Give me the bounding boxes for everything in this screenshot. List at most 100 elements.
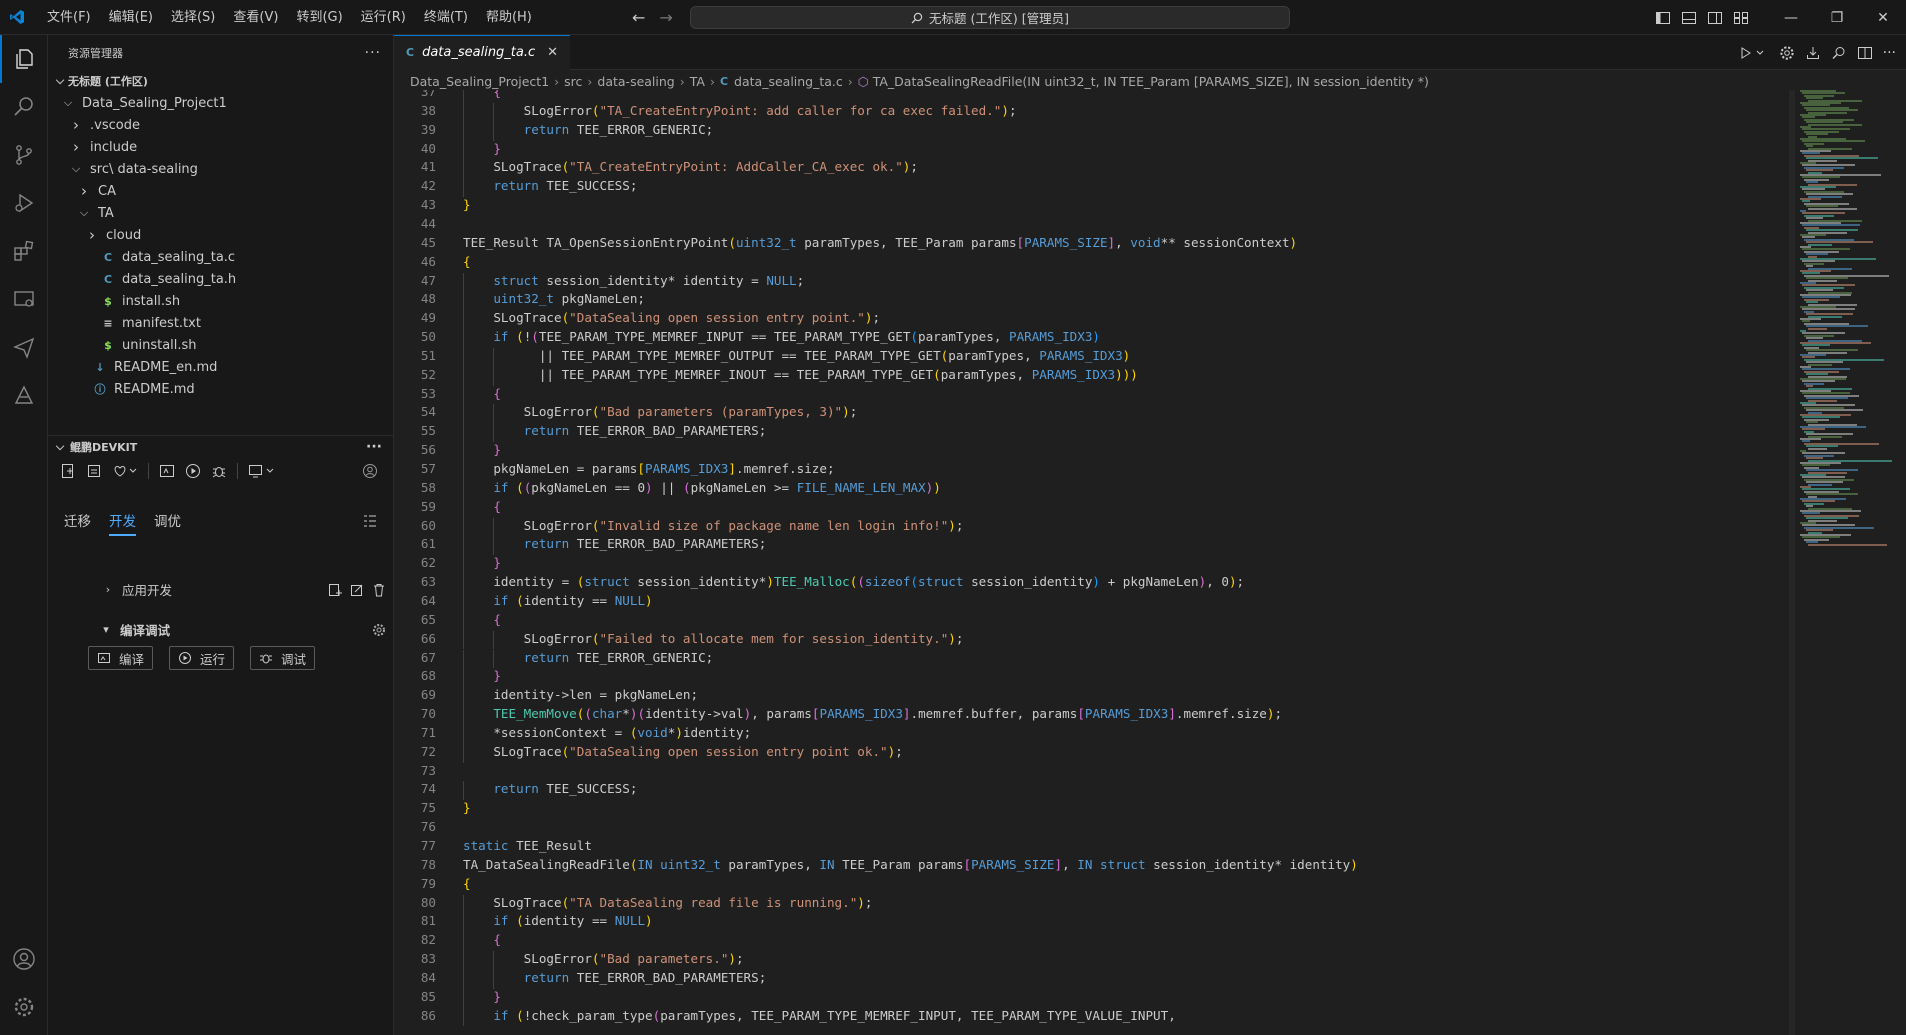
indent-guide	[463, 913, 464, 933]
file-item[interactable]: ≡ manifest.txt	[48, 312, 393, 334]
minimap[interactable]	[1794, 90, 1906, 590]
import-project-icon[interactable]	[86, 463, 102, 479]
tree-item-label: data_sealing_ta.h	[122, 271, 237, 287]
devkit-more-icon[interactable]: ···	[366, 439, 382, 455]
send-icon[interactable]	[0, 323, 48, 371]
deploy-dropdown-icon[interactable]	[248, 463, 276, 479]
search-view-icon[interactable]	[0, 83, 48, 131]
explorer-icon[interactable]	[0, 35, 48, 83]
edit-icon[interactable]	[350, 583, 364, 597]
menu-item[interactable]: 查看(V)	[224, 0, 287, 35]
tree-item-label: install.sh	[122, 293, 181, 309]
list-view-icon[interactable]	[362, 513, 378, 529]
app-dev-section[interactable]: › 应用开发	[68, 580, 386, 599]
build-debug-section[interactable]: ▾ 编译调试	[68, 620, 386, 639]
more-actions-icon[interactable]: ···	[365, 45, 381, 61]
compile-button[interactable]: 编译	[88, 646, 154, 670]
devkit-tab[interactable]: 开发	[109, 510, 136, 536]
file-item[interactable]: $ install.sh	[48, 290, 393, 312]
minimize-button[interactable]: —	[1768, 0, 1814, 35]
restore-button[interactable]: ❐	[1814, 0, 1860, 35]
tab-label: data_sealing_ta.c	[422, 45, 536, 60]
menu-item[interactable]: 编辑(E)	[100, 0, 162, 35]
source-control-icon[interactable]	[0, 131, 48, 179]
toggle-secondary-sidebar-icon[interactable]	[1702, 0, 1728, 35]
kunpeng-devkit-icon[interactable]	[0, 371, 48, 419]
folder-item[interactable]: › CA	[48, 180, 393, 202]
file-item[interactable]: ⓘ README.md	[48, 378, 393, 400]
indent-guide	[463, 988, 464, 1008]
breadcrumb-item[interactable]: src	[564, 74, 582, 89]
line-number: 73	[420, 762, 436, 778]
run-button[interactable]: 运行	[169, 646, 235, 670]
menu-item[interactable]: 运行(R)	[352, 0, 415, 35]
folder-item[interactable]: ⌵ TA	[48, 202, 393, 224]
new-project-icon[interactable]	[60, 463, 76, 479]
extensions-icon[interactable]	[0, 227, 48, 275]
breadcrumb-item[interactable]: TA	[690, 74, 705, 89]
search-in-file-icon[interactable]	[1831, 45, 1847, 61]
minimap-line	[1808, 243, 1832, 246]
delete-icon[interactable]	[372, 583, 386, 597]
minimap-line	[1808, 543, 1887, 546]
file-item[interactable]: $ uninstall.sh	[48, 334, 393, 356]
devkit-tab[interactable]: 调优	[154, 510, 181, 536]
file-item[interactable]: Cdata_sealing_ta.c	[48, 246, 393, 268]
command-center-search[interactable]: 无标题 (工作区) [管理员]	[690, 6, 1290, 29]
settings-gear-icon[interactable]	[0, 983, 48, 1031]
menu-item[interactable]: 文件(F)	[38, 0, 100, 35]
run-icon[interactable]	[185, 463, 201, 479]
menu-item[interactable]: 转到(G)	[287, 0, 351, 35]
run-dropdown-icon[interactable]	[1739, 45, 1769, 61]
toggle-primary-sidebar-icon[interactable]	[1650, 0, 1676, 35]
chevron-down-icon: ⌵	[71, 162, 81, 175]
code-view[interactable]: 37 {38 SLogError("TA_CreateEntryPoint: a…	[394, 90, 1794, 1035]
back-arrow-icon[interactable]: ←	[632, 8, 645, 27]
line-number: 64	[420, 592, 436, 608]
debug-button[interactable]: 调试	[250, 646, 316, 670]
folder-item[interactable]: ⌵ src\ data-sealing	[48, 158, 393, 180]
folder-item[interactable]: › include	[48, 136, 393, 158]
remote-explorer-icon[interactable]	[0, 275, 48, 323]
line-number: 59	[420, 498, 436, 514]
folder-item[interactable]: ⌵ Data_Sealing_Project1	[48, 92, 393, 114]
accounts-icon[interactable]	[0, 935, 48, 983]
devkit-tab[interactable]: 迁移	[64, 510, 91, 536]
line-number: 62	[420, 555, 436, 571]
compile-icon[interactable]	[159, 463, 175, 479]
gear-icon[interactable]	[1779, 45, 1795, 61]
breadcrumb-item[interactable]: Data_Sealing_Project1	[410, 74, 549, 89]
download-icon[interactable]	[1805, 45, 1821, 61]
toggle-panel-icon[interactable]	[1676, 0, 1702, 35]
forward-arrow-icon[interactable]: →	[659, 8, 672, 27]
split-editor-icon[interactable]	[1857, 45, 1873, 61]
settings-icon[interactable]	[372, 623, 386, 637]
menu-item[interactable]: 选择(S)	[162, 0, 224, 35]
folder-item[interactable]: › cloud	[48, 224, 393, 246]
breadcrumb-item[interactable]: data_sealing_ta.c	[734, 74, 843, 89]
run-debug-icon[interactable]	[0, 179, 48, 227]
devkit-panel-header[interactable]: ⌵ 鲲鹏DEVKIT ···	[48, 435, 393, 457]
heart-dropdown-icon[interactable]	[112, 463, 138, 479]
file-item[interactable]: Cdata_sealing_ta.h	[48, 268, 393, 290]
breadcrumb-item[interactable]: TA_DataSealingReadFile(IN uint32_t, IN T…	[873, 74, 1429, 89]
breadcrumb-item[interactable]: data-sealing	[597, 74, 674, 89]
workspace-header[interactable]: ⌵ 无标题 (工作区)	[48, 70, 393, 92]
user-circle-icon[interactable]	[362, 463, 378, 479]
line-number: 46	[420, 253, 436, 269]
editor-more-icon[interactable]: ···	[1883, 45, 1896, 61]
editor-tab[interactable]: C data_sealing_ta.c ✕	[394, 34, 571, 70]
close-window-button[interactable]: ✕	[1860, 0, 1906, 35]
file-item[interactable]: ↓ README_en.md	[48, 356, 393, 378]
customize-layout-icon[interactable]	[1728, 0, 1754, 35]
debug-bug-icon[interactable]	[211, 463, 227, 479]
close-tab-icon[interactable]: ✕	[547, 45, 558, 60]
menu-bar: 文件(F) 编辑(E) 选择(S) 查看(V) 转到(G) 运行(R) 终端(T) 帮助(H)	[38, 0, 541, 35]
new-file-icon[interactable]	[328, 583, 342, 597]
menu-item[interactable]: 终端(T)	[415, 0, 477, 35]
file-type-icon: $	[104, 294, 112, 308]
line-number: 60	[420, 517, 436, 533]
indent-guide	[463, 310, 464, 330]
menu-item[interactable]: 帮助(H)	[477, 0, 541, 35]
folder-item[interactable]: › .vscode	[48, 114, 393, 136]
